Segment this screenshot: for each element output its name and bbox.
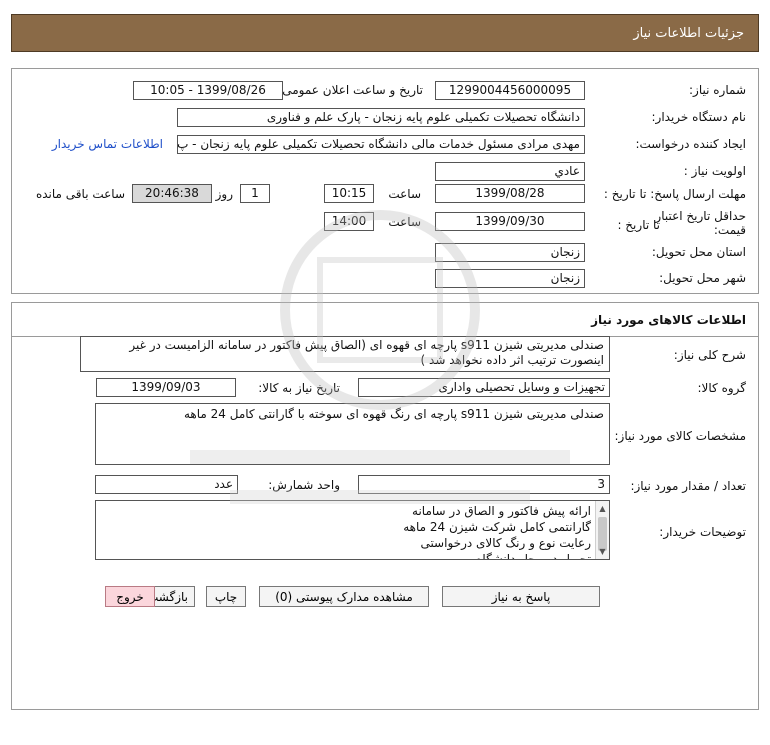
- notes-line-4: تحویل در محل دانشگاه: [476, 552, 591, 560]
- summary-line-1: صندلی مدیریتی شیزن s911 پارچه ای قهوه ای…: [129, 338, 604, 352]
- reply-button[interactable]: پاسخ به نیاز: [442, 586, 600, 607]
- need-number-field: 1299004456000095: [435, 81, 585, 100]
- requester-field: مهدی مرادی مسئول خدمات مالی دانشگاه تحصی…: [177, 135, 585, 154]
- buyer-contact-link[interactable]: اطلاعات تماس خریدار: [52, 137, 163, 151]
- send-time-field: 10:15: [324, 184, 374, 203]
- need-info-panel: شماره نیاز: 1299004456000095 تاریخ و ساع…: [11, 68, 759, 294]
- validity-time-label: ساعت: [388, 215, 421, 229]
- summary-field: صندلی مدیریتی شیزن s911 پارچه ای قهوه ای…: [80, 336, 610, 372]
- notes-line-1: ارائه پیش فاکتور و الصاق در سامانه: [412, 504, 591, 518]
- notes-line-2: گارانتمی کامل شرکت شیزن 24 ماهه: [403, 520, 591, 534]
- group-label: گروه کالا:: [697, 381, 747, 395]
- print-button[interactable]: چاپ: [206, 586, 246, 607]
- requester-label: ایجاد کننده درخواست:: [635, 137, 746, 151]
- days-field: 1: [240, 184, 270, 203]
- summary-label: شرح کلی نیاز:: [673, 348, 746, 362]
- validity-label-line1: حداقل تاریخ اعتبار: [655, 209, 746, 223]
- validity-to-label: تا تاریخ :: [617, 218, 660, 232]
- page-title: جزئیات اطلاعات نیاز: [633, 26, 744, 41]
- need-details-page: جزئیات اطلاعات نیاز شماره نیاز: 12990044…: [0, 0, 770, 745]
- group-field: تجهیزات و وسایل تحصیلی واداری: [358, 378, 610, 397]
- validity-time-field: 14:00: [324, 212, 374, 231]
- qty-label: تعداد / مقدار مورد نیاز:: [630, 479, 746, 493]
- notes-scrollbar[interactable]: ▲ ▼: [595, 501, 609, 559]
- remaining-label: ساعت باقی مانده: [35, 187, 125, 201]
- notes-label: توضیحات خریدار:: [659, 525, 746, 539]
- need-date-field: 1399/09/03: [96, 378, 236, 397]
- spec-field: صندلی مدیریتی شیزن s911 پارچه ای رنگ قهو…: [95, 403, 610, 465]
- send-deadline-label: مهلت ارسال پاسخ: تا تاریخ :: [603, 187, 746, 201]
- goods-panel: اطلاعات کالاهای مورد نیاز شرح کلی نیاز: …: [11, 302, 759, 710]
- need-number-label: شماره نیاز:: [689, 83, 746, 97]
- province-label: استان محل تحویل:: [651, 245, 746, 259]
- send-time-label: ساعت: [388, 187, 421, 201]
- exit-button[interactable]: خروج: [105, 586, 155, 607]
- qty-field: 3: [358, 475, 610, 494]
- scroll-down-icon[interactable]: ▼: [596, 545, 609, 558]
- announce-field: 1399/08/26 - 10:05: [133, 81, 283, 100]
- goods-section-title: اطلاعات کالاهای مورد نیاز: [591, 313, 746, 327]
- validity-label-line2: قیمت:: [713, 223, 746, 237]
- priority-field: عادي: [435, 162, 585, 181]
- buyer-org-label: نام دستگاه خریدار:: [651, 110, 747, 124]
- city-label: شهر محل تحویل:: [659, 271, 746, 285]
- notes-field: ارائه پیش فاکتور و الصاق در سامانه گاران…: [95, 500, 610, 560]
- city-field: زنجان: [435, 269, 585, 288]
- send-date-field: 1399/08/28: [435, 184, 585, 203]
- spec-label: مشخصات کالای مورد نیاز:: [614, 429, 746, 443]
- page-header: جزئیات اطلاعات نیاز: [11, 14, 759, 52]
- summary-line-2: اینصورت ترتیب اثر داده نخواهد شد ): [420, 353, 604, 367]
- notes-line-3: رعایت نوع و رنگ کالای درخواستی: [420, 536, 591, 550]
- need-date-label: تاریخ نیاز به کالا:: [258, 381, 340, 395]
- buyer-org-field: دانشگاه تحصیلات تکمیلی علوم پایه زنجان -…: [177, 108, 585, 127]
- announce-label: تاریخ و ساعت اعلان عمومی:: [278, 83, 423, 97]
- unit-field: عدد: [95, 475, 238, 494]
- scroll-up-icon[interactable]: ▲: [596, 502, 609, 515]
- remaining-time-field: 20:46:38: [132, 184, 212, 203]
- validity-date-field: 1399/09/30: [435, 212, 585, 231]
- priority-label: اولویت نیاز :: [683, 164, 746, 178]
- attachments-button[interactable]: مشاهده مدارک پیوستی (0): [259, 586, 429, 607]
- province-field: زنجان: [435, 243, 585, 262]
- unit-label: واحد شمارش:: [268, 478, 340, 492]
